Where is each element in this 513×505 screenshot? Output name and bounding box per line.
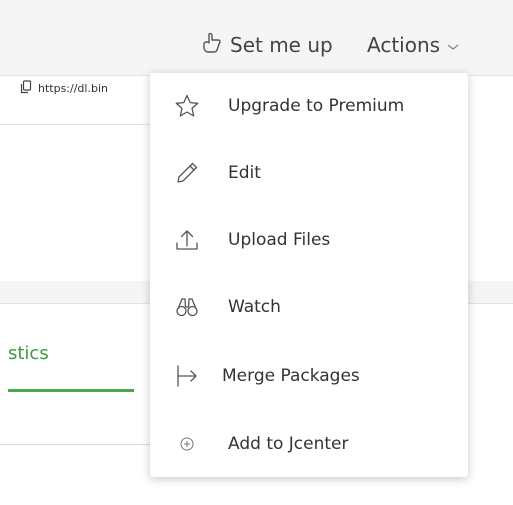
star-icon	[172, 91, 202, 121]
menu-item-label: Watch	[228, 297, 281, 317]
pencil-icon	[172, 158, 202, 188]
menu-item-label: Upload Files	[228, 230, 331, 250]
actions-button[interactable]: Actions	[367, 28, 460, 62]
merge-icon	[172, 361, 202, 391]
menu-item-label: Edit	[228, 163, 261, 183]
actions-label: Actions	[367, 33, 441, 57]
repo-url-row[interactable]: https://dl.bin	[20, 78, 108, 98]
menu-item-watch[interactable]: Watch	[150, 274, 468, 340]
binoculars-icon	[172, 292, 202, 322]
menu-item-upload-files[interactable]: Upload Files	[150, 207, 468, 273]
set-me-up-label: Set me up	[230, 33, 333, 57]
tab-statistics[interactable]: stics	[8, 343, 49, 364]
menu-item-merge-packages[interactable]: Merge Packages	[150, 343, 468, 409]
add-circle-icon	[172, 429, 202, 459]
upload-icon	[172, 225, 202, 255]
actions-dropdown-menu: Upgrade to Premium Edit Upload Files Wat…	[150, 73, 468, 477]
menu-item-edit[interactable]: Edit	[150, 140, 468, 206]
menu-item-label: Add to Jcenter	[228, 434, 349, 454]
set-me-up-button[interactable]: Set me up	[200, 28, 333, 62]
page-header: Set me up Actions	[0, 0, 513, 75]
pointer-hand-icon	[200, 31, 224, 60]
tab-divider	[0, 444, 160, 445]
menu-item-add-to-jcenter[interactable]: Add to Jcenter	[150, 411, 468, 477]
active-tab-indicator	[8, 389, 134, 392]
repo-url[interactable]: https://dl.bin	[38, 82, 108, 95]
menu-item-label: Upgrade to Premium	[228, 96, 405, 116]
menu-item-label: Merge Packages	[222, 366, 360, 386]
chevron-down-icon	[446, 33, 460, 57]
menu-item-upgrade-to-premium[interactable]: Upgrade to Premium	[150, 73, 468, 139]
url-divider	[0, 124, 160, 125]
copy-icon[interactable]	[20, 79, 32, 97]
